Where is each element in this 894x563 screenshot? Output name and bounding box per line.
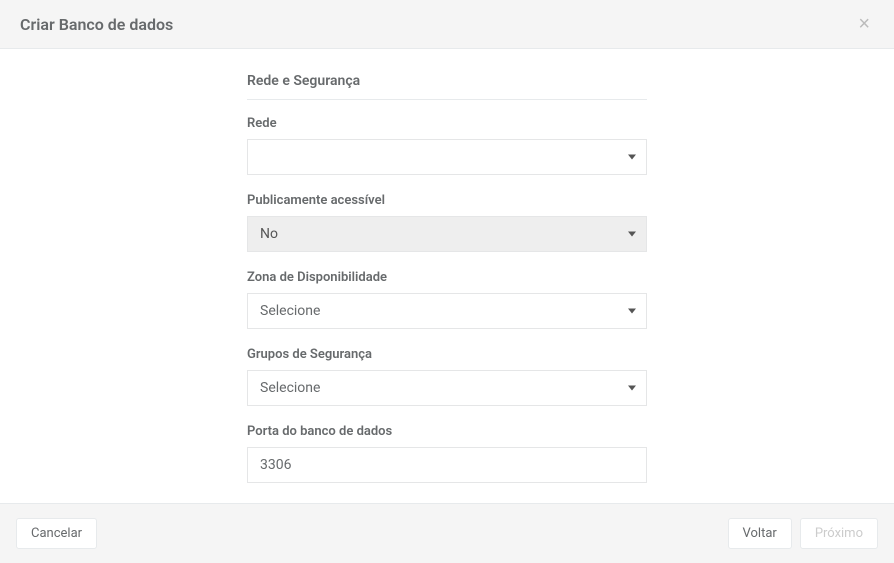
modal-body: Rede e Segurança Rede Publicamente acess… <box>0 49 894 497</box>
security-groups-value: Selecione <box>260 380 320 396</box>
availability-zone-select[interactable]: Selecione <box>247 293 647 329</box>
caret-down-icon <box>628 155 636 160</box>
db-port-input[interactable] <box>247 447 647 483</box>
section-title: Rede e Segurança <box>247 73 647 100</box>
footer-right: Voltar Próximo <box>728 518 878 549</box>
publicly-accessible-value: No <box>260 226 278 242</box>
db-port-label: Porta do banco de dados <box>247 424 647 439</box>
availability-zone-label: Zona de Disponibilidade <box>247 270 647 285</box>
caret-down-icon <box>628 386 636 391</box>
next-button[interactable]: Próximo <box>800 518 878 549</box>
close-button[interactable]: × <box>854 14 874 34</box>
field-security-groups: Grupos de Segurança Selecione <box>247 347 647 406</box>
caret-down-icon <box>628 232 636 237</box>
cancel-button[interactable]: Cancelar <box>16 518 97 549</box>
security-groups-select[interactable]: Selecione <box>247 370 647 406</box>
modal-title: Criar Banco de dados <box>20 15 173 34</box>
publicly-accessible-label: Publicamente acessível <box>247 193 647 208</box>
close-icon: × <box>858 13 870 35</box>
modal-footer: Cancelar Voltar Próximo <box>0 503 894 563</box>
modal-header: Criar Banco de dados × <box>0 0 894 49</box>
network-label: Rede <box>247 116 647 131</box>
form-container: Rede e Segurança Rede Publicamente acess… <box>247 73 647 483</box>
security-groups-label: Grupos de Segurança <box>247 347 647 362</box>
availability-zone-value: Selecione <box>260 303 320 319</box>
field-network: Rede <box>247 116 647 175</box>
field-publicly-accessible: Publicamente acessível No <box>247 193 647 252</box>
footer-left: Cancelar <box>16 518 97 549</box>
caret-down-icon <box>628 309 636 314</box>
network-select[interactable] <box>247 139 647 175</box>
back-button[interactable]: Voltar <box>728 518 792 549</box>
field-availability-zone: Zona de Disponibilidade Selecione <box>247 270 647 329</box>
publicly-accessible-select[interactable]: No <box>247 216 647 252</box>
field-db-port: Porta do banco de dados <box>247 424 647 483</box>
